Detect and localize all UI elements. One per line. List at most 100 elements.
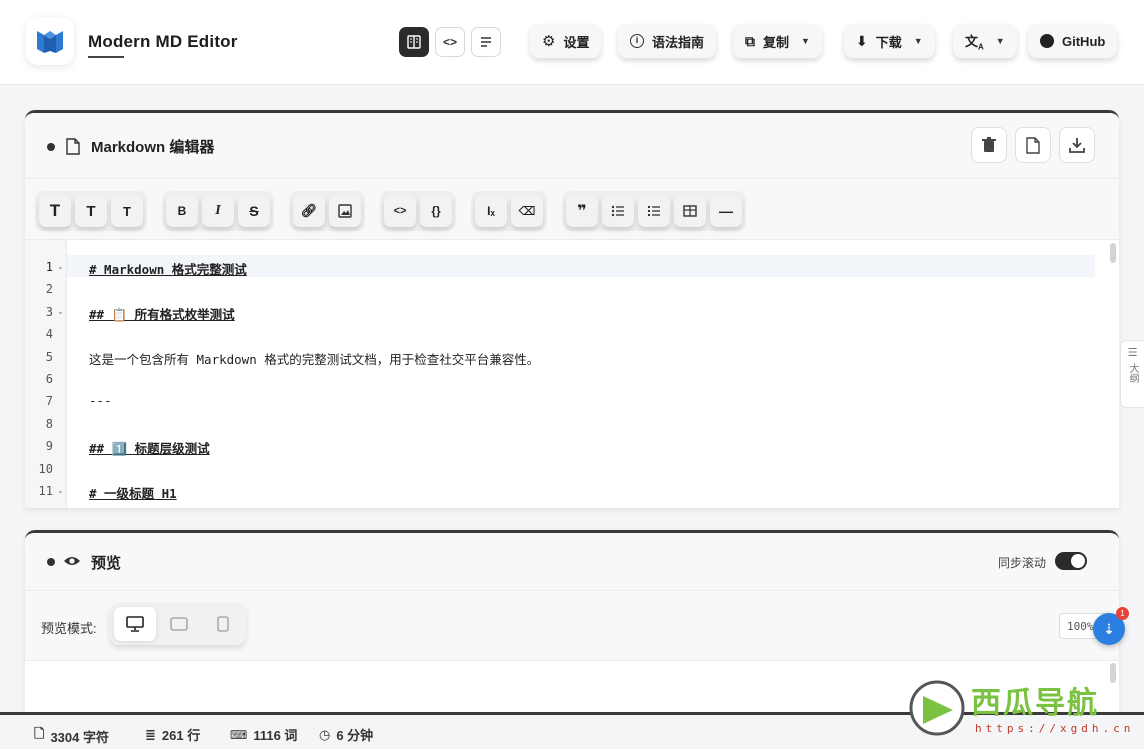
download-button[interactable]: ⬇ 下载 ▼ [844,24,935,58]
formula-icon: Iₓ [487,204,495,218]
sync-scroll-label: 同步滚动 [998,556,1047,570]
line-count: ≣ 261 行 [145,726,201,744]
eye-icon [64,557,80,565]
code-line[interactable]: ## 1️⃣ 标题层级测试 [89,438,210,457]
monitor-icon [126,616,144,632]
lines-icon: ≣ [145,726,156,742]
editor-scrollbar[interactable] [1110,243,1116,263]
keyboard-icon: ⌨ [230,727,248,742]
inline-code-button[interactable]: <> [384,195,416,227]
copy-button[interactable]: ⧉ 复制 ▼ [733,24,822,58]
new-file-button[interactable] [1015,127,1051,163]
quote-icon: ❞ [577,203,587,220]
table-button[interactable] [674,195,706,227]
lines-icon [481,37,491,47]
link-button[interactable]: 🔗︎ [293,195,325,227]
line-number: 5 [45,349,53,364]
line-number: 6 [45,372,53,386]
chevron-down-icon: ▼ [913,36,923,46]
app-title: Modern MD Editor [88,32,238,51]
syntax-guide-button[interactable]: i 语法指南 [618,24,717,58]
gear-icon: ⚙ [542,33,556,50]
preview-mode-group [110,603,246,645]
editor-header: Markdown 编辑器 [25,113,1119,179]
line-number: 8 [45,416,53,431]
watermark-url: https://xgdh.cn [975,722,1135,735]
code-icon: <> [442,35,457,49]
file-icon: 🗋 [34,726,45,741]
split-view-button[interactable] [399,27,429,57]
title-underline [88,56,124,58]
line-number: 2 [45,282,53,297]
github-icon [1040,34,1054,48]
bold-button[interactable]: B [166,195,198,227]
clock-icon: ◷ [319,726,331,742]
tablet-mode-button[interactable] [158,607,200,641]
heading1-button[interactable]: T [39,195,71,227]
fold-chevron-icon[interactable]: ⌄ [57,486,64,495]
app-logo[interactable] [26,17,74,65]
clear-format-button[interactable]: ⌫ [511,195,543,227]
editor-panel: Markdown 编辑器 T T T B I S 🔗︎ <> {} Iₓ ⌫ ❞… [25,110,1119,508]
clear-button[interactable] [971,127,1007,163]
desktop-mode-button[interactable] [114,607,156,641]
code-line[interactable]: # Markdown 格式完整测试 [89,259,247,278]
settings-button[interactable]: ⚙ 设置 [530,24,602,58]
fold-chevron-icon[interactable]: ⌄ [57,307,64,316]
code-view-button[interactable]: <> [435,27,465,57]
code-line[interactable]: 这是一个包含所有 Markdown 格式的完整测试文档，用于检查社交平台兼容性。 [89,349,539,368]
watermark-logo [909,680,965,736]
file-icon [1026,136,1040,154]
code-line[interactable]: --- [89,393,112,408]
tablet-icon [170,617,188,631]
chevron-down-icon: ▼ [801,36,810,46]
line-number: 9 [45,439,53,454]
download-icon [1069,138,1085,153]
info-icon: i [630,34,644,48]
bullet-list-icon [611,205,624,217]
file-icon [66,138,80,155]
heading3-button[interactable]: T [111,195,143,227]
github-button[interactable]: GitHub [1028,24,1118,58]
notification-badge: 1 [1116,607,1129,620]
status-dot [47,558,55,566]
code-block-button[interactable]: {} [420,195,452,227]
numbered-list-button[interactable] [638,195,670,227]
columns-icon [407,35,421,49]
strikethrough-button[interactable]: S [238,195,270,227]
horizontal-rule-button[interactable]: — [710,195,742,227]
export-button[interactable] [1059,127,1095,163]
formula-button[interactable]: Iₓ [475,195,507,227]
line-number: 4 [45,327,53,342]
mobile-mode-button[interactable] [202,607,244,641]
word-count: ⌨ 1116 词 [230,727,298,744]
code-line[interactable]: # 一级标题 H1 [89,483,177,502]
quote-button[interactable]: ❞ [566,195,598,227]
reading-time: ◷ 6 分钟 [319,726,374,744]
preview-mode-bar: 预览模式: 100% [25,591,1119,661]
line-number: 1 [45,260,53,274]
chevron-down-icon: ▼ [995,36,1005,46]
italic-button[interactable]: I [202,195,234,227]
code-line[interactable]: ## 📋 所有格式枚举测试 [89,304,235,323]
line-number: 7 [45,394,53,409]
table-icon [683,205,697,217]
sync-scroll-toggle[interactable] [1055,552,1087,570]
fold-chevron-icon[interactable]: ⌄ [57,262,64,271]
line-number: 11 [38,484,53,498]
char-count: 🗋 3304 字符 [34,725,109,747]
language-button[interactable]: 文A ▼ [953,24,1017,58]
download-icon: ⬇ [856,32,868,49]
heading2-button[interactable]: T [75,195,107,227]
minus-icon: — [719,203,733,219]
numbered-list-icon [648,206,660,216]
status-dot [47,143,55,151]
link-icon: 🔗︎ [300,203,318,218]
download-icon: ⇣ [1103,620,1115,637]
image-button[interactable] [329,195,361,227]
eraser-icon: ⌫ [518,204,536,218]
outline-toggle[interactable]: ☰ 大纲 [1120,340,1144,408]
preview-header: 预览 同步滚动 [25,533,1119,591]
preview-view-button[interactable] [471,27,501,57]
bullet-list-button[interactable] [602,195,634,227]
